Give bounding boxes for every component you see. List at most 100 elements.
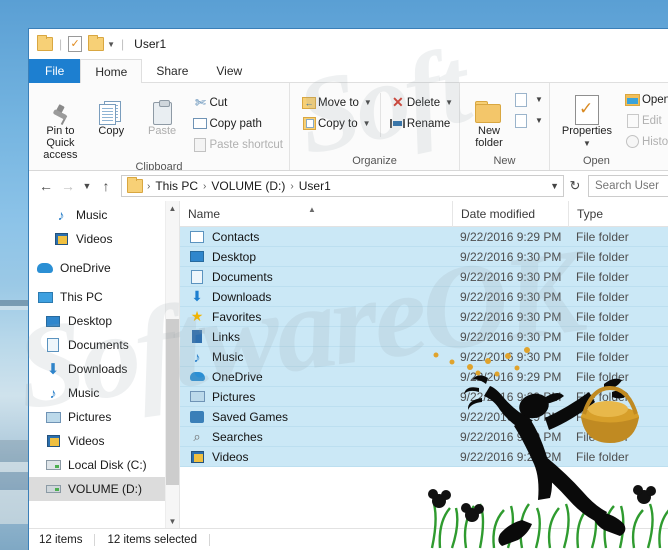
recent-locations-caret-icon[interactable]: ▼ <box>79 181 95 191</box>
folder-icon[interactable] <box>37 35 53 51</box>
paste-button[interactable]: Paste <box>137 88 188 137</box>
move-to-icon: ← <box>300 96 318 109</box>
file-explorer-window[interactable]: | ✓ ▼ | User1 File Home Share View Pin t… <box>28 28 668 550</box>
cut-button[interactable]: ✄ Cut <box>191 93 283 112</box>
tab-file[interactable]: File <box>29 59 81 83</box>
table-row[interactable]: Videos 9/22/2016 9:29 PM File folder <box>180 446 668 467</box>
column-header-name[interactable]: Name ▲ <box>180 201 452 227</box>
new-folder-button[interactable]: New folder <box>466 88 512 149</box>
column-header-type[interactable]: Type <box>568 200 668 227</box>
scroll-down-arrow-icon[interactable]: ▼ <box>166 514 179 528</box>
table-row[interactable]: ♪ Music 9/22/2016 9:30 PM File folder <box>180 346 668 367</box>
chevron-down-icon[interactable]: ▼ <box>363 119 371 128</box>
tab-view[interactable]: View <box>202 59 256 83</box>
address-bar[interactable]: ← → ▼ ↑ › This PC › VOLUME (D:) › User1 … <box>29 171 668 201</box>
pin-to-quick-access-button[interactable]: Pin to Quick access <box>35 88 86 161</box>
sidebar-item-onedrive[interactable]: OneDrive <box>29 256 179 280</box>
file-rows[interactable]: Contacts 9/22/2016 9:29 PM File folder D… <box>180 227 668 528</box>
move-to-button[interactable]: ← Move to ▼ <box>300 93 372 112</box>
sidebar-item-label: Desktop <box>68 314 113 328</box>
file-name: Videos <box>212 449 249 464</box>
ribbon-group-open: Properties ▼ Open ▼ <box>548 83 668 170</box>
rename-button[interactable]: Rename <box>389 114 453 133</box>
table-row[interactable]: OneDrive 9/22/2016 9:29 PM File folder <box>180 366 668 387</box>
properties-button[interactable]: Properties ▼ <box>556 88 618 150</box>
dropdown-caret-icon[interactable]: ▼ <box>107 40 115 49</box>
delete-button[interactable]: ✕ Delete ▼ <box>389 93 453 112</box>
status-divider <box>208 533 210 546</box>
history-button[interactable]: History <box>624 132 668 151</box>
folder-icon[interactable] <box>88 35 105 51</box>
refresh-icon[interactable]: ↻ <box>564 178 586 194</box>
file-name: Desktop <box>212 249 257 264</box>
easy-access-button[interactable]: ▼ <box>512 111 543 130</box>
sidebar-item-music-qa[interactable]: ♪ Music <box>29 203 179 227</box>
ribbon-group-organize: ← Move to ▼ Copy to ▼ ✕ Delete ▼ Rename … <box>289 83 459 170</box>
paste-shortcut-button[interactable]: Paste shortcut <box>191 135 283 154</box>
sidebar-item-volume-d[interactable]: VOLUME (D:) <box>29 477 179 501</box>
sidebar-item-documents[interactable]: Documents <box>29 333 179 357</box>
sidebar-item-videos[interactable]: Videos <box>29 429 179 453</box>
breadcrumb[interactable]: › This PC › VOLUME (D:) › User1 ▼ <box>121 175 564 197</box>
scissors-icon: ✄ <box>195 94 206 110</box>
copy-path-button[interactable]: Copy path <box>191 114 283 133</box>
table-row[interactable]: ★ Favorites 9/22/2016 9:30 PM File folde… <box>180 306 668 327</box>
breadcrumb-item-user1[interactable]: User1 <box>296 179 334 193</box>
table-row[interactable]: ⬇ Downloads 9/22/2016 9:30 PM File folde… <box>180 286 668 307</box>
tab-home[interactable]: Home <box>80 59 143 83</box>
file-name: Documents <box>212 269 273 284</box>
sidebar-item-videos-qa[interactable]: Videos <box>29 227 179 251</box>
file-date: 9/22/2016 9:30 PM <box>460 309 562 324</box>
table-row[interactable]: ⌕ Searches 9/22/2016 9:29 PM File folder <box>180 426 668 447</box>
sidebar-item-downloads[interactable]: ⬇ Downloads <box>29 357 179 381</box>
file-type: File folder <box>576 429 629 444</box>
breadcrumb-item-volume-d[interactable]: VOLUME (D:) <box>208 179 288 193</box>
table-row[interactable]: Links 9/22/2016 9:30 PM File folder <box>180 326 668 347</box>
ribbon-tab-strip[interactable]: File Home Share View <box>29 59 668 83</box>
open-button[interactable]: Open ▼ <box>624 90 668 109</box>
file-list-pane[interactable]: Name ▲ Date modified Type Contacts 9/22/… <box>179 200 668 528</box>
table-row[interactable]: Pictures 9/22/2016 9:29 PM File folder <box>180 386 668 407</box>
file-name: Saved Games <box>212 409 289 424</box>
tab-share[interactable]: Share <box>142 59 202 83</box>
column-headers[interactable]: Name ▲ Date modified Type <box>180 200 668 227</box>
new-item-button[interactable]: ▼ <box>512 90 543 109</box>
file-name: OneDrive <box>212 369 263 384</box>
table-row[interactable]: Documents 9/22/2016 9:30 PM File folder <box>180 266 668 287</box>
ribbon[interactable]: Pin to Quick access Copy Paste ✄ Cut Cop… <box>29 83 668 171</box>
file-name: Contacts <box>212 229 260 244</box>
column-header-date-modified[interactable]: Date modified <box>452 200 568 227</box>
file-date: 9/22/2016 9:29 PM <box>460 229 562 244</box>
chevron-down-icon[interactable]: ▼ <box>445 98 453 107</box>
properties-check-icon[interactable]: ✓ <box>68 36 83 52</box>
search-input[interactable]: Search User <box>588 175 668 197</box>
address-dropdown-icon[interactable]: ▼ <box>550 181 559 191</box>
breadcrumb-item-this-pc[interactable]: This PC <box>152 179 201 193</box>
chevron-down-icon[interactable]: ▼ <box>583 138 591 150</box>
chevron-down-icon[interactable]: ▼ <box>535 116 543 125</box>
scroll-up-arrow-icon[interactable]: ▲ <box>166 201 179 215</box>
sidebar-item-pictures[interactable]: Pictures <box>29 405 179 429</box>
scrollbar-thumb[interactable] <box>166 319 179 485</box>
chevron-down-icon[interactable]: ▼ <box>535 95 543 104</box>
title-bar[interactable]: | ✓ ▼ | User1 <box>29 29 668 59</box>
chevron-down-icon[interactable]: ▼ <box>364 98 372 107</box>
sidebar-item-desktop[interactable]: Desktop <box>29 309 179 333</box>
nav-pane-scrollbar[interactable]: ▲ ▼ <box>165 201 179 528</box>
ribbon-group-label-clipboard: Clipboard <box>135 161 183 171</box>
back-arrow-icon[interactable]: ← <box>35 178 57 194</box>
up-arrow-icon[interactable]: ↑ <box>95 178 117 194</box>
sidebar-item-music[interactable]: ♪ Music <box>29 381 179 405</box>
table-row[interactable]: Contacts 9/22/2016 9:29 PM File folder <box>180 227 668 247</box>
sidebar-item-this-pc[interactable]: This PC <box>29 285 179 309</box>
copy-button[interactable]: Copy <box>86 88 137 137</box>
sidebar-item-local-disk-c[interactable]: Local Disk (C:) <box>29 453 179 477</box>
edit-button[interactable]: Edit <box>624 111 668 130</box>
forward-arrow-icon[interactable]: → <box>57 178 79 194</box>
table-row[interactable]: Saved Games 9/22/2016 9:29 PM File folde… <box>180 406 668 427</box>
table-row[interactable]: Desktop 9/22/2016 9:30 PM File folder <box>180 246 668 267</box>
copy-to-button[interactable]: Copy to ▼ <box>300 114 372 133</box>
paste-shortcut-label: Paste shortcut <box>209 138 283 151</box>
navigation-pane[interactable]: ♪ Music Videos OneDrive This PC Desktop … <box>29 201 179 528</box>
copy-icon <box>99 91 123 125</box>
